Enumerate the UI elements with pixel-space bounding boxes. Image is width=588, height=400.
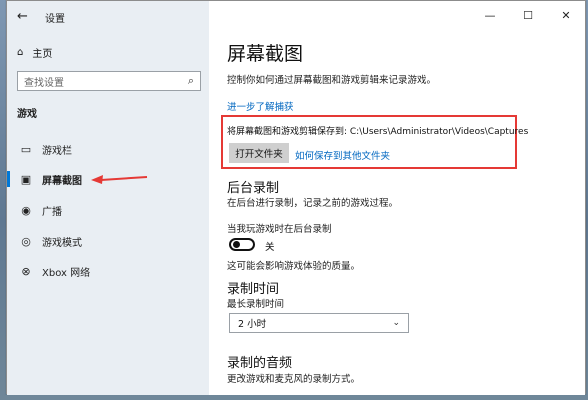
maximize-button[interactable]: ☐ bbox=[509, 1, 547, 29]
game-bar-icon: ▭ bbox=[20, 142, 32, 156]
max-recording-value: 2 小时 bbox=[238, 319, 267, 330]
home-label: 主页 bbox=[32, 49, 53, 60]
page-title: 屏幕截图 bbox=[227, 43, 304, 65]
background-recording-description: 在后台进行录制，记录之前的游戏过程。 bbox=[227, 198, 399, 209]
sidebar-item-broadcast[interactable]: ◉ 广播 bbox=[7, 198, 209, 222]
search-icon[interactable]: ⌕ bbox=[188, 74, 194, 88]
learn-more-link[interactable]: 进一步了解捕获 bbox=[227, 99, 294, 113]
xbox-icon: ⊗ bbox=[21, 264, 31, 278]
sidebar-item-label: 广播 bbox=[42, 206, 62, 218]
toggle-state-label: 关 bbox=[265, 242, 275, 253]
sidebar-item-game-bar[interactable]: ▭ 游戏栏 bbox=[7, 137, 209, 161]
sidebar-item-label: 屏幕截图 bbox=[42, 175, 82, 187]
background-recording-toggle[interactable] bbox=[229, 238, 255, 251]
save-elsewhere-link[interactable]: 如何保存到其他文件夹 bbox=[295, 148, 390, 162]
max-recording-select[interactable]: 2 小时 ⌄ bbox=[229, 313, 409, 333]
sidebar-item-game-mode[interactable]: ◎ 游戏模式 bbox=[7, 229, 209, 253]
recorded-audio-heading: 录制的音频 bbox=[227, 356, 293, 371]
sidebar-section-title: 游戏 bbox=[17, 109, 37, 120]
sidebar-item-xbox[interactable]: ⊗ Xbox 网络 bbox=[7, 259, 209, 283]
captures-icon: ▣ bbox=[20, 172, 32, 186]
minimize-button[interactable]: — bbox=[471, 1, 509, 29]
app-title: 设置 bbox=[45, 14, 65, 25]
annotation-arrow-icon bbox=[91, 175, 148, 184]
sidebar-item-label: Xbox 网络 bbox=[42, 267, 91, 279]
recording-duration-heading: 录制时间 bbox=[227, 282, 280, 297]
sidebar-item-label: 游戏栏 bbox=[42, 145, 72, 157]
open-folder-button[interactable]: 打开文件夹 bbox=[229, 143, 289, 163]
sidebar-item-label: 游戏模式 bbox=[42, 237, 82, 249]
close-button[interactable]: ✕ bbox=[547, 1, 585, 29]
search-placeholder: 查找设置 bbox=[24, 77, 64, 89]
background-toggle-caption: 当我玩游戏时在后台录制 bbox=[227, 224, 332, 235]
toggle-knob bbox=[233, 241, 240, 248]
page-description: 控制你如何通过屏幕截图和游戏剪辑来记录游戏。 bbox=[227, 75, 437, 86]
sidebar: ← 设置 ⌂ 主页 查找设置 ⌕ 游戏 ▭ 游戏栏 ▣ 屏幕截图 ◉ 广播 ◎ … bbox=[7, 1, 209, 395]
sidebar-home[interactable]: ⌂ 主页 bbox=[17, 45, 52, 60]
home-icon: ⌂ bbox=[17, 47, 24, 58]
background-quality-note: 这可能会影响游戏体验的质量。 bbox=[227, 261, 361, 272]
main-content: — ☐ ✕ 屏幕截图 控制你如何通过屏幕截图和游戏剪辑来记录游戏。 进一步了解捕… bbox=[209, 1, 585, 395]
settings-window: ← 设置 ⌂ 主页 查找设置 ⌕ 游戏 ▭ 游戏栏 ▣ 屏幕截图 ◉ 广播 ◎ … bbox=[6, 0, 586, 395]
window-controls: — ☐ ✕ bbox=[471, 1, 585, 29]
max-recording-label: 最长录制时间 bbox=[227, 299, 285, 310]
background-recording-heading: 后台录制 bbox=[227, 181, 280, 196]
search-input[interactable]: 查找设置 ⌕ bbox=[17, 71, 201, 91]
recorded-audio-description: 更改游戏和麦克风的录制方式。 bbox=[227, 374, 361, 385]
game-mode-icon: ◎ bbox=[21, 234, 31, 248]
broadcast-icon: ◉ bbox=[21, 203, 31, 217]
chevron-down-icon: ⌄ bbox=[392, 318, 400, 328]
back-arrow-icon[interactable]: ← bbox=[17, 9, 28, 24]
save-path-text: 将屏幕截图和游戏剪辑保存到: C:\Users\Administrator\Vi… bbox=[227, 127, 529, 137]
